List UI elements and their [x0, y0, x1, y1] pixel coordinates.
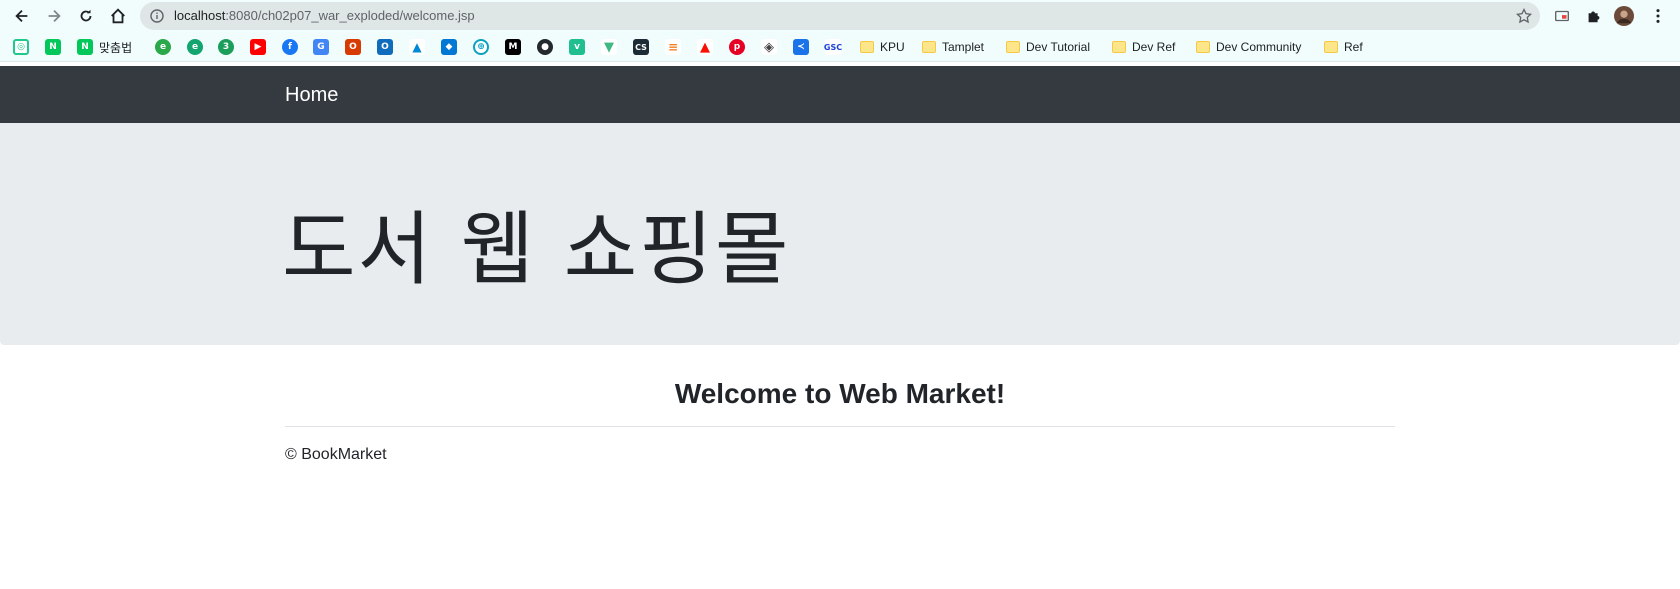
- nav-home-link[interactable]: Home: [285, 84, 338, 107]
- folder-icon: [1006, 41, 1020, 53]
- bookmark-item[interactable]: v: [569, 39, 585, 55]
- stackoverflow-icon: ≡: [665, 39, 681, 55]
- cast-icon[interactable]: [1552, 6, 1572, 26]
- folder-label: Dev Tutorial: [1026, 40, 1091, 54]
- facebook-icon: f: [282, 39, 298, 55]
- jumbotron: 도서 웹 쇼핑몰: [0, 123, 1680, 345]
- bookmark-item[interactable]: ≡: [665, 39, 681, 55]
- home-icon[interactable]: [108, 6, 128, 26]
- translate-icon: G: [313, 39, 329, 55]
- youtube-icon: ▶: [250, 39, 266, 55]
- profile-avatar[interactable]: [1614, 6, 1634, 26]
- bookmark-label: 맞춤법: [99, 40, 133, 55]
- extensions-icon[interactable]: [1584, 6, 1604, 26]
- footer-text: © BookMarket: [285, 446, 387, 463]
- bookmark-item[interactable]: ◎: [13, 39, 29, 55]
- forward-arrow-icon[interactable]: [44, 6, 64, 26]
- vue-icon: ▼: [601, 39, 617, 55]
- pinterest-icon: p: [729, 39, 745, 55]
- folder-label: KPU: [880, 40, 905, 54]
- folder-label: Ref: [1344, 40, 1363, 54]
- folder-icon: [860, 41, 874, 53]
- naver-icon: N: [77, 39, 93, 55]
- bookmark-item[interactable]: CS: [633, 39, 649, 55]
- folder-icon: [1196, 41, 1210, 53]
- url-path: :8080/ch02p07_war_exploded/welcome.jsp: [225, 8, 475, 23]
- adobe-icon: ▲: [697, 39, 713, 55]
- bookmark-item[interactable]: ▶: [250, 39, 266, 55]
- bookmark-item[interactable]: f: [282, 39, 298, 55]
- bookmark-item[interactable]: ⊕: [473, 39, 489, 55]
- folder-label: Dev Ref: [1132, 40, 1176, 54]
- v-icon: v: [569, 39, 585, 55]
- bookmark-folder-dev-ref[interactable]: Dev Ref: [1112, 39, 1175, 55]
- folder-label: Tamplet: [942, 40, 985, 54]
- globe-icon: ⊕: [473, 39, 489, 55]
- menu-kebab-icon[interactable]: [1648, 6, 1668, 26]
- bookmark-item[interactable]: e: [187, 39, 203, 55]
- bookmark-folder-kpu[interactable]: KPU: [860, 39, 905, 55]
- naver-icon: N: [45, 39, 61, 55]
- bookmark-item[interactable]: G: [313, 39, 329, 55]
- page-navbar: Home: [0, 66, 1680, 123]
- folder-icon: [1324, 41, 1338, 53]
- reload-icon[interactable]: [76, 6, 96, 26]
- edge-icon: e: [187, 39, 203, 55]
- azure-icon: ▲: [409, 39, 425, 55]
- outlook-icon: O: [377, 39, 393, 55]
- bookmark-item[interactable]: ▲: [409, 39, 425, 55]
- bookmark-item[interactable]: p: [729, 39, 745, 55]
- bookmarks-bar: ◎ N N 맞춤법 e e 3 ▶ f G O O ▲ ◆ ⊕ M ● v ▼ C…: [0, 32, 1680, 62]
- github-icon: ●: [537, 39, 553, 55]
- welcome-heading: Welcome to Web Market!: [674, 378, 1006, 409]
- url-text: localhost:8080/ch02p07_war_exploded/welc…: [174, 8, 475, 23]
- info-icon[interactable]: [150, 9, 164, 23]
- bookmark-folder-dev-tutorial[interactable]: Dev Tutorial: [1006, 39, 1090, 55]
- jumbotron-title: 도서 웹 쇼핑몰: [282, 203, 791, 296]
- medium-icon: M: [505, 39, 521, 55]
- bookmark-item[interactable]: M: [505, 39, 521, 55]
- bookmark-item[interactable]: ▼: [601, 39, 617, 55]
- bookmark-item[interactable]: ≺: [793, 39, 809, 55]
- bookmark-item[interactable]: ▲: [697, 39, 713, 55]
- gsc-icon: GSC: [824, 39, 842, 55]
- bookmark-folder-ref[interactable]: Ref: [1324, 39, 1363, 55]
- devops-icon: ◆: [441, 39, 457, 55]
- bookmark-star-icon[interactable]: [1515, 7, 1533, 24]
- bookmark-item[interactable]: ◆: [441, 39, 457, 55]
- diamond-icon: ◈: [761, 39, 777, 55]
- folder-icon: [1112, 41, 1126, 53]
- bookmark-icon: e: [155, 39, 171, 55]
- bookmark-icon: 3: [218, 39, 234, 55]
- bookmark-item[interactable]: O: [345, 39, 361, 55]
- bookmark-item[interactable]: GSC: [824, 39, 842, 55]
- bookmark-item[interactable]: e: [155, 39, 171, 55]
- office-icon: O: [345, 39, 361, 55]
- browser-toolbar: localhost:8080/ch02p07_war_exploded/welc…: [0, 0, 1680, 32]
- cs-icon: CS: [633, 39, 649, 55]
- bookmark-item[interactable]: 3: [218, 39, 234, 55]
- bookmark-item[interactable]: N: [45, 39, 61, 55]
- share-icon: ≺: [793, 39, 809, 55]
- bookmark-item[interactable]: N 맞춤법: [77, 39, 132, 55]
- bookmark-folder-dev-community[interactable]: Dev Community: [1196, 39, 1301, 55]
- bookmark-folder-tamplet[interactable]: Tamplet: [922, 39, 984, 55]
- divider: [285, 426, 1395, 427]
- address-bar[interactable]: localhost:8080/ch02p07_war_exploded/welc…: [140, 2, 1540, 30]
- folder-icon: [922, 41, 936, 53]
- bookmark-item[interactable]: ◈: [761, 39, 777, 55]
- bookmark-item[interactable]: ●: [537, 39, 553, 55]
- url-host: localhost: [174, 8, 226, 23]
- back-arrow-icon[interactable]: [12, 6, 32, 26]
- folder-label: Dev Community: [1216, 40, 1302, 54]
- notion-like-icon: ◎: [13, 39, 29, 55]
- bookmark-item[interactable]: O: [377, 39, 393, 55]
